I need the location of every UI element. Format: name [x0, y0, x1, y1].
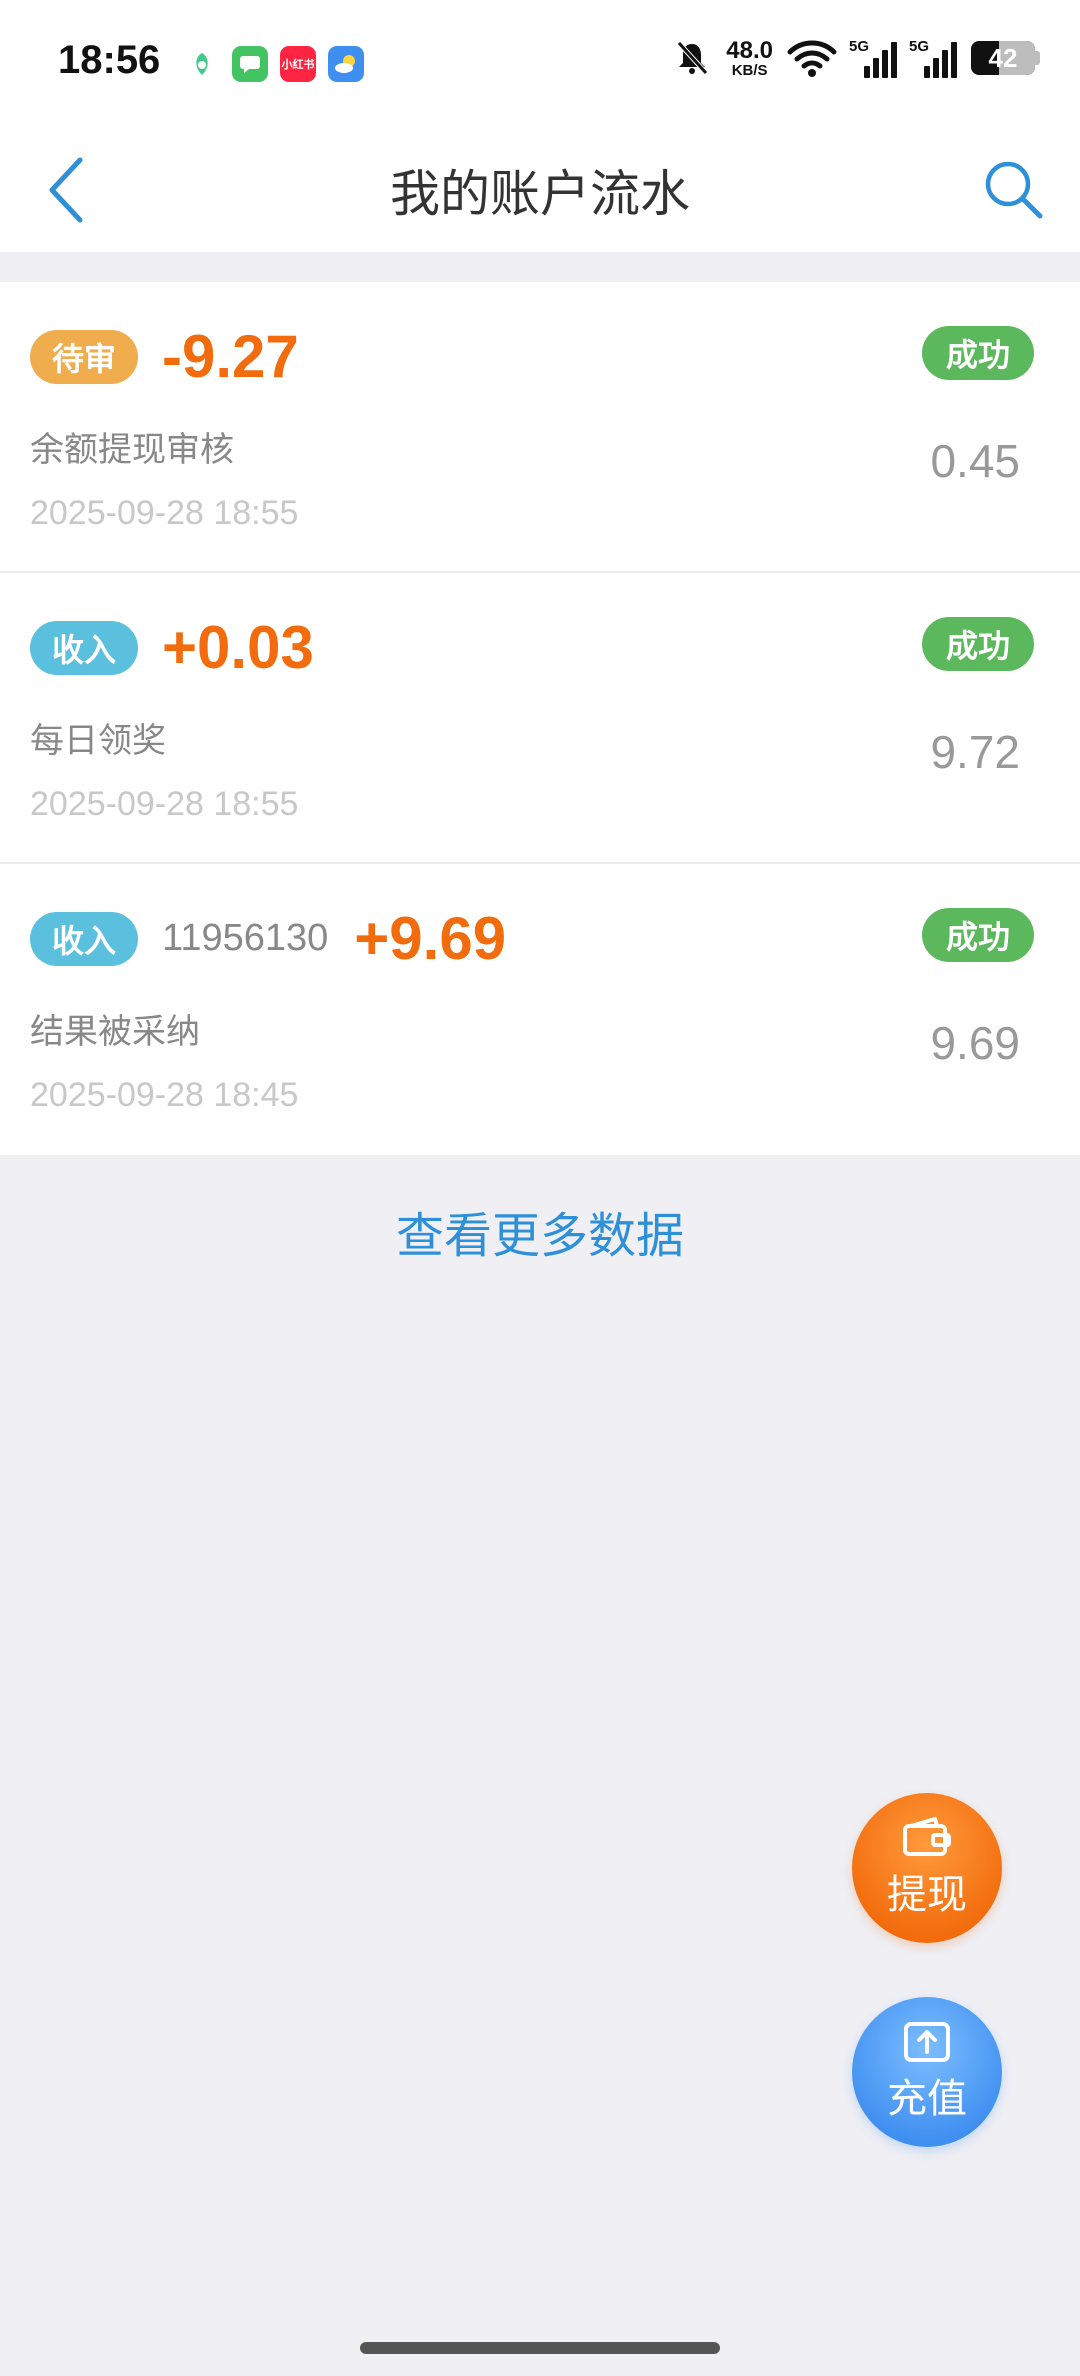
record-balance: 9.69 [930, 1017, 1020, 1069]
record-id: 11956130 [162, 917, 329, 959]
record-time: 2025-09-28 18:55 [30, 494, 299, 532]
weather-icon [328, 46, 364, 82]
notification-icons: 小红书 [184, 46, 364, 82]
wallet-icon [903, 1817, 951, 1856]
record-status-badge: 成功 [921, 617, 1034, 671]
net-speed-value: 48.0 [726, 36, 773, 64]
app-notification-icon [184, 46, 220, 82]
record-description: 余额提现审核 [30, 430, 234, 470]
nav-bar: 我的账户流水 [0, 128, 1080, 252]
record-description: 每日领奖 [30, 721, 166, 761]
upload-icon [904, 2022, 950, 2062]
cellular-signal-icon-2: 5G [909, 38, 957, 78]
page-title: 我的账户流水 [390, 165, 690, 223]
signal-2-label: 5G [909, 38, 930, 55]
withdraw-button[interactable]: 提现 [852, 1793, 1002, 1943]
xiaohongshu-icon: 小红书 [280, 46, 316, 82]
record-row[interactable]: 收入 +0.03 每日领奖 2025-09-28 18:55 成功 9.72 [0, 573, 1080, 864]
messages-icon [232, 46, 268, 82]
status-time: 18:56 [58, 38, 161, 82]
battery-level: 42 [988, 42, 1018, 73]
record-type-badge: 收入 [30, 620, 139, 675]
record-amount: +9.69 [354, 905, 507, 972]
view-more-link[interactable]: 查看更多数据 [0, 1196, 1080, 1266]
signal-1-label: 5G [849, 38, 870, 55]
status-indicators: 48.0 KB/S 5G 5G 42 [672, 38, 1040, 78]
home-indicator[interactable] [360, 2342, 720, 2354]
record-status-badge: 成功 [921, 908, 1034, 962]
net-speed: 48.0 KB/S [726, 36, 773, 79]
cellular-signal-icon: 5G [849, 38, 897, 78]
record-description: 结果被采纳 [30, 1012, 200, 1052]
wifi-icon [787, 40, 837, 77]
status-bar: 18:56 小红书 48.0 KB/S 5G 5G 42 [0, 0, 1080, 128]
record-list: 待审 -9.27 余额提现审核 2025-09-28 18:55 成功 0.45… [0, 282, 1080, 1155]
net-speed-unit: KB/S [731, 61, 768, 79]
record-amount: -9.27 [162, 323, 299, 390]
recharge-button[interactable]: 充值 [852, 1997, 1002, 2147]
record-balance: 0.45 [930, 435, 1020, 487]
mute-bell-icon [677, 41, 709, 75]
record-status-badge: 成功 [921, 326, 1034, 380]
record-balance: 9.72 [930, 726, 1020, 778]
battery-icon: 42 [971, 41, 1040, 75]
record-row[interactable]: 待审 -9.27 余额提现审核 2025-09-28 18:55 成功 0.45 [0, 282, 1080, 573]
record-time: 2025-09-28 18:55 [30, 785, 299, 823]
record-time: 2025-09-28 18:45 [30, 1076, 299, 1114]
record-type-badge: 待审 [30, 329, 139, 384]
search-icon[interactable] [980, 156, 1048, 224]
record-amount: +0.03 [162, 614, 314, 681]
record-type-badge: 收入 [30, 911, 139, 966]
withdraw-label: 提现 [887, 1872, 967, 1918]
recharge-label: 充值 [887, 2076, 967, 2122]
record-row[interactable]: 收入 11956130 +9.69 结果被采纳 2025-09-28 18:45… [0, 864, 1080, 1155]
